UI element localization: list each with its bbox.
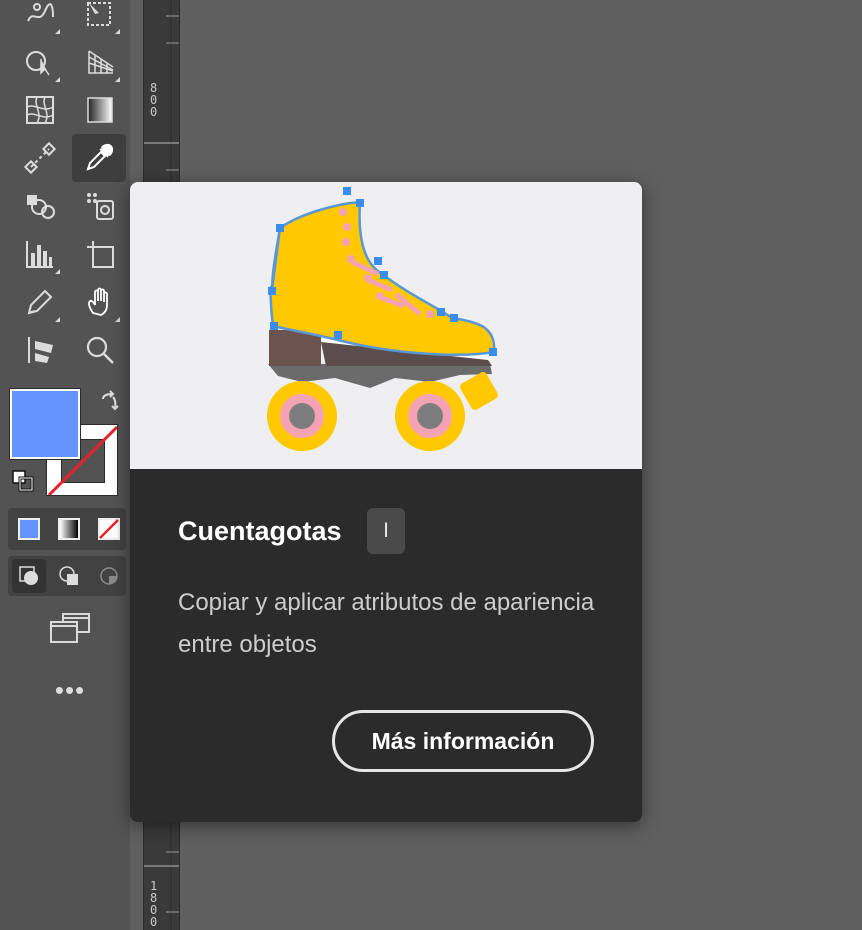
tool-symbol-sprayer[interactable] — [18, 184, 62, 228]
tool-illustration — [130, 182, 642, 469]
artboard-icon — [87, 241, 114, 268]
tool-eyedropper[interactable] — [72, 134, 126, 182]
blend-icon — [23, 141, 57, 175]
fill-swatch[interactable] — [10, 389, 80, 459]
tool-puppet-warp[interactable] — [18, 0, 62, 36]
rear-wheel — [267, 381, 337, 451]
live-paint-icon — [87, 193, 114, 220]
draw-behind-button[interactable] — [52, 559, 86, 593]
hand-icon — [88, 287, 108, 316]
tool-artboard[interactable] — [78, 232, 122, 276]
screen-mode-button[interactable] — [46, 608, 94, 648]
draw-inside-button[interactable] — [92, 559, 126, 593]
none-mode-icon — [98, 518, 120, 540]
tools-panel: ••• — [0, 0, 130, 930]
draw-inside-icon — [100, 567, 118, 585]
puppet-warp-icon — [27, 3, 54, 22]
draw-normal-button[interactable] — [12, 559, 46, 593]
edit-toolbar-button[interactable]: ••• — [52, 677, 88, 703]
tool-puppet-flag[interactable] — [18, 328, 62, 372]
color-button[interactable] — [12, 512, 46, 546]
draw-behind-icon — [59, 566, 78, 585]
tool-description: Copiar y aplicar atributos de apariencia… — [178, 589, 595, 658]
perspective-grid-icon — [88, 50, 114, 74]
free-transform-icon — [87, 2, 111, 26]
tool-zoom[interactable] — [78, 328, 122, 372]
eyedropper-icon — [86, 143, 114, 171]
front-wheel — [395, 381, 465, 451]
gradient-mode-icon — [58, 518, 80, 540]
tool-title: Cuentagotas — [178, 516, 342, 546]
screen-mode-icon — [50, 613, 90, 643]
tool-mesh[interactable] — [18, 88, 62, 132]
column-graph-icon — [26, 241, 53, 268]
gradient-icon — [87, 97, 113, 123]
pencil-icon — [27, 289, 53, 315]
roller-skate-illustration — [267, 187, 499, 451]
gradient-button[interactable] — [52, 512, 86, 546]
zoom-icon — [86, 336, 114, 364]
ruler-label-bottom: 1800 — [150, 879, 158, 929]
learn-more-button[interactable]: Más información — [332, 710, 594, 772]
default-colors-button[interactable] — [8, 466, 38, 496]
symbol-sprayer-icon — [27, 195, 55, 219]
tool-blend[interactable] — [18, 136, 62, 180]
tool-perspective-grid[interactable] — [78, 40, 122, 84]
tool-pencil[interactable] — [18, 280, 62, 324]
ruler-label-top: 800 — [150, 81, 158, 119]
none-button[interactable] — [92, 512, 126, 546]
tool-column-graph[interactable] — [18, 232, 62, 276]
default-colors-icon — [12, 470, 34, 492]
tool-gradient[interactable] — [78, 88, 122, 132]
color-mode-icon — [18, 518, 40, 540]
tool-hand[interactable] — [78, 280, 122, 324]
mesh-icon — [26, 96, 54, 124]
tool-free-transform[interactable] — [78, 0, 122, 36]
swap-arrow-icon — [102, 390, 119, 411]
swap-fill-stroke-button[interactable] — [94, 386, 124, 416]
shape-builder-icon — [26, 51, 50, 76]
tool-tip-card: Cuentagotas I Copiar y aplicar atributos… — [130, 182, 642, 822]
shortcut-key-badge: I — [367, 508, 405, 554]
draw-normal-icon — [19, 566, 38, 585]
tool-live-paint[interactable] — [78, 184, 122, 228]
puppet-flag-icon — [28, 337, 53, 363]
tool-shape-builder[interactable] — [18, 40, 62, 84]
